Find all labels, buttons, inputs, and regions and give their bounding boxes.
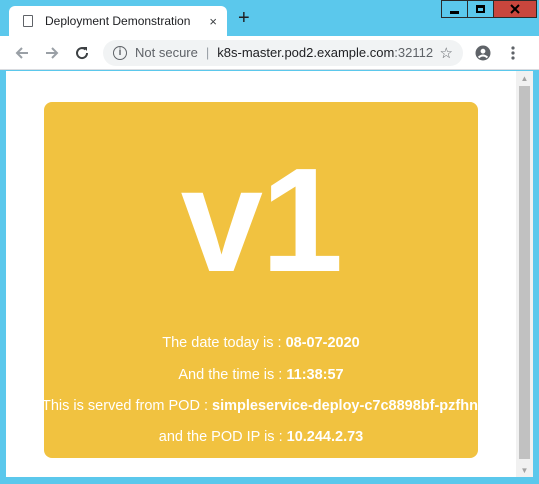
- page-viewport: v1 The date today is : 08-07-2020 And th…: [6, 71, 516, 477]
- tab-title: Deployment Demonstration: [45, 14, 191, 28]
- date-value: 08-07-2020: [285, 335, 360, 351]
- vertical-scrollbar[interactable]: ▲ ▼: [516, 71, 533, 477]
- reload-button[interactable]: [69, 40, 95, 66]
- security-label: Not secure: [135, 45, 198, 60]
- address-port: :32112: [394, 45, 434, 60]
- address-host: k8s-master.pod2.example.com: [217, 45, 395, 60]
- arrow-left-icon: [15, 46, 28, 59]
- forward-button[interactable]: [39, 40, 65, 66]
- star-icon[interactable]: ☆: [440, 44, 453, 62]
- address-bar[interactable]: i Not secure | k8s-master.pod2.example.c…: [103, 39, 463, 66]
- browser-window: Deployment Demonstration × + i Not secur…: [0, 0, 539, 484]
- tab-strip: Deployment Demonstration × +: [0, 0, 539, 36]
- ip-line: and the POD IP is : 10.244.2.73: [44, 429, 478, 445]
- new-tab-button[interactable]: +: [238, 8, 250, 28]
- kebab-menu-icon: [511, 45, 515, 60]
- tab-close-icon[interactable]: ×: [209, 14, 217, 29]
- reload-icon: [76, 46, 89, 59]
- date-line: The date today is : 08-07-2020: [44, 335, 478, 351]
- date-label: The date today is :: [162, 335, 286, 351]
- pod-label: This is served from POD :: [44, 398, 213, 414]
- deployment-card: v1 The date today is : 08-07-2020 And th…: [44, 102, 478, 458]
- scroll-down-icon[interactable]: ▼: [516, 463, 533, 477]
- time-line: And the time is : 11:38:57: [44, 367, 478, 383]
- scroll-up-icon[interactable]: ▲: [516, 71, 533, 85]
- menu-button[interactable]: [501, 45, 525, 61]
- ip-value: 10.244.2.73: [286, 429, 364, 445]
- info-icon[interactable]: i: [113, 45, 127, 60]
- account-button[interactable]: [471, 45, 495, 61]
- account-icon: [475, 45, 491, 60]
- back-button[interactable]: [9, 40, 35, 66]
- version-heading: v1: [180, 138, 344, 303]
- pod-value: simpleservice-deploy-c7c8898bf-pzfhn: [212, 398, 478, 414]
- pod-line: This is served from POD : simpleservice-…: [44, 398, 478, 414]
- arrow-right-icon: [46, 46, 59, 59]
- time-label: And the time is :: [178, 367, 287, 383]
- scrollbar-thumb[interactable]: [519, 86, 530, 459]
- address-separator: |: [205, 45, 210, 60]
- page-icon: [23, 15, 33, 27]
- time-value: 11:38:57: [286, 367, 344, 383]
- tab-deployment-demonstration[interactable]: Deployment Demonstration ×: [9, 6, 227, 36]
- ip-label: and the POD IP is :: [158, 429, 287, 445]
- browser-toolbar: i Not secure | k8s-master.pod2.example.c…: [0, 36, 539, 70]
